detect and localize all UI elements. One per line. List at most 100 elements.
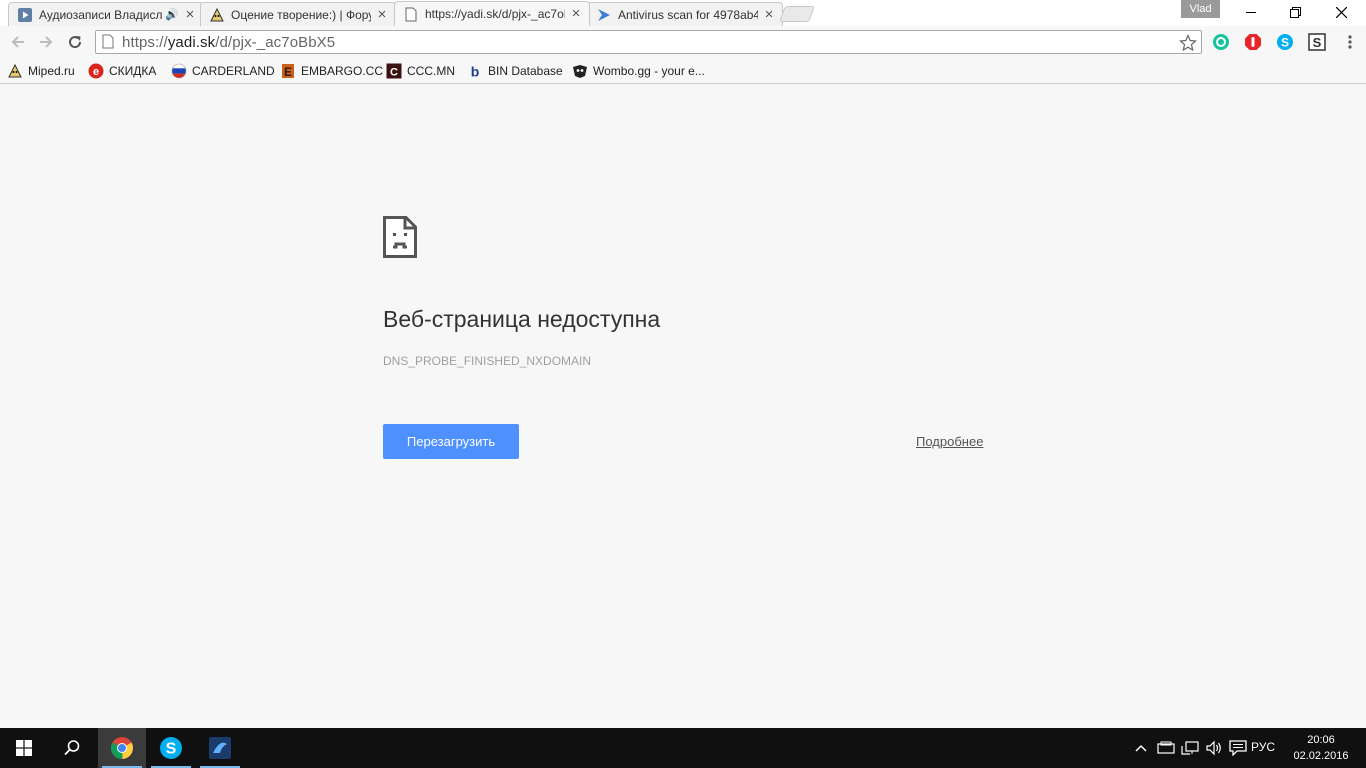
grammarly-icon[interactable] (1211, 32, 1231, 52)
bookmark-cccmn[interactable]: C CCC.MN (386, 62, 455, 80)
svg-text:e: e (93, 66, 99, 78)
tab-title: Оцение творение:) | Форум (231, 7, 371, 22)
tab-yadisk[interactable]: https://yadi.sk/d/pjx-_ac7oBbX5 × (394, 1, 590, 26)
bookmark-label: EMBARGO.CC (301, 64, 384, 78)
taskbar-chrome[interactable] (98, 728, 146, 768)
svg-text:b: b (471, 64, 480, 80)
bookmark-wombo[interactable]: Wombo.gg - your e... (572, 62, 705, 80)
bookmark-label: СКИДКА (109, 64, 157, 78)
profile-button[interactable]: Vlad (1181, 0, 1220, 18)
reload-page-button[interactable]: Перезагрузить (383, 424, 519, 459)
wombo-icon (572, 63, 588, 79)
page-icon (102, 34, 116, 50)
tray-network[interactable] (1179, 728, 1201, 768)
red-e-icon: e (88, 63, 104, 79)
restore-button[interactable] (1272, 0, 1318, 24)
tab-strip: Аудиозаписи Владислава 🔊 × Оцение творен… (0, 0, 1366, 26)
close-window-button[interactable] (1318, 0, 1364, 24)
bookmark-miped[interactable]: Miped.ru (7, 62, 75, 80)
bookmark-carderland[interactable]: CARDERLAND (171, 62, 275, 80)
forum-mascot-icon (209, 7, 225, 23)
error-title: Веб-страница недоступна (383, 306, 661, 332)
notification-icon (1229, 740, 1247, 756)
bookmark-label: BIN Database (488, 64, 563, 78)
chrome-menu-button[interactable] (1340, 32, 1360, 52)
taskbar-app[interactable] (196, 728, 244, 768)
bookmark-bin-database[interactable]: b BIN Database (467, 62, 563, 80)
page-icon (403, 6, 419, 22)
menu-icon (1348, 35, 1352, 49)
bookmark-label: CARDERLAND (192, 64, 275, 78)
speaker-icon[interactable]: 🔊 (165, 8, 179, 21)
details-link[interactable]: Подробнее (916, 434, 983, 449)
start-button[interactable] (0, 728, 48, 768)
search-icon (64, 740, 80, 756)
chrome-icon (111, 737, 133, 760)
page-content: Веб-страница недоступна DNS_PROBE_FINISH… (0, 85, 1366, 728)
minimize-icon (1246, 12, 1256, 13)
svg-text:S: S (1281, 36, 1289, 50)
tab-title: https://yadi.sk/d/pjx-_ac7oBbX5 (425, 7, 565, 21)
skype-icon[interactable]: S (1275, 32, 1295, 52)
clock-date: 02.02.2016 (1293, 750, 1349, 762)
embargo-e-icon: E (280, 63, 296, 79)
keyboard-icon (1157, 741, 1175, 754)
tray-network-app[interactable] (1155, 728, 1177, 768)
virustotal-icon (596, 7, 612, 23)
reload-button[interactable] (63, 30, 87, 54)
url-path: /d/pjx-_ac7oBbX5 (215, 33, 336, 51)
bookmarks-bar: Miped.ru e СКИДКА CARDERLAND E EMBARGO.C… (0, 58, 1366, 84)
bookmark-label: CCC.MN (407, 64, 455, 78)
reload-icon (69, 36, 82, 49)
forward-button[interactable] (34, 30, 58, 54)
tab-title: Аудиозаписи Владислава (39, 7, 163, 22)
new-tab-button[interactable] (779, 6, 815, 22)
url-scheme: https:// (122, 33, 168, 51)
bookmark-label: Miped.ru (28, 64, 75, 78)
close-icon[interactable]: × (375, 7, 389, 22)
arrow-left-icon (11, 36, 24, 48)
tab-forum[interactable]: Оцение творение:) | Форум × (200, 2, 396, 26)
network-icon (1181, 741, 1199, 755)
sad-page-icon (383, 216, 417, 258)
app-icon (209, 737, 231, 759)
tray-volume[interactable] (1203, 728, 1225, 768)
svg-text:E: E (284, 65, 292, 79)
close-icon (1335, 6, 1347, 18)
show-hidden-icons[interactable] (1132, 728, 1150, 768)
scribd-icon[interactable]: S (1307, 32, 1327, 52)
search-button[interactable] (48, 728, 96, 768)
bin-b-icon: b (467, 63, 483, 80)
back-button[interactable] (6, 30, 30, 54)
bookmark-star-icon[interactable] (1178, 33, 1198, 53)
svg-text:S: S (1313, 35, 1322, 50)
chevron-up-icon (1135, 744, 1147, 752)
minimize-button[interactable] (1228, 0, 1274, 24)
svg-text:S: S (166, 741, 177, 758)
url-domain: yadi.sk (167, 33, 216, 51)
bookmark-embargo[interactable]: E EMBARGO.CC (280, 62, 383, 80)
adblock-icon[interactable] (1243, 32, 1263, 52)
tab-antivirus[interactable]: Antivirus scan for 4978ab4 × (587, 2, 783, 26)
windows-logo-icon (16, 740, 32, 756)
address-bar[interactable]: https://yadi.sk/d/pjx-_ac7oBbX5 (95, 30, 1202, 54)
tab-title: Antivirus scan for 4978ab4 (618, 7, 758, 22)
volume-icon (1206, 740, 1221, 756)
tray-notifications[interactable] (1227, 728, 1249, 768)
bookmark-label: Wombo.gg - your e... (593, 64, 705, 78)
svg-text:C: C (390, 67, 398, 79)
close-icon[interactable]: × (762, 7, 776, 22)
bookmark-skidka[interactable]: e СКИДКА (88, 62, 156, 80)
tab-audio[interactable]: Аудиозаписи Владислава 🔊 × (8, 2, 204, 26)
error-code: DNS_PROBE_FINISHED_NXDOMAIN (383, 354, 592, 368)
input-language[interactable]: РУС (1251, 740, 1275, 754)
close-icon[interactable]: × (569, 6, 583, 21)
skype-icon: S (160, 737, 182, 759)
windows-taskbar: S РУС 20:06 02.02.2016 (0, 728, 1366, 768)
clock[interactable]: 20:06 02.02.2016 (1290, 732, 1352, 764)
taskbar-skype[interactable]: S (147, 728, 195, 768)
clock-time: 20:06 (1307, 734, 1335, 746)
ccc-icon: C (386, 63, 402, 79)
url-text[interactable]: https://yadi.sk/d/pjx-_ac7oBbX5 (122, 34, 335, 51)
close-icon[interactable]: × (183, 7, 197, 22)
